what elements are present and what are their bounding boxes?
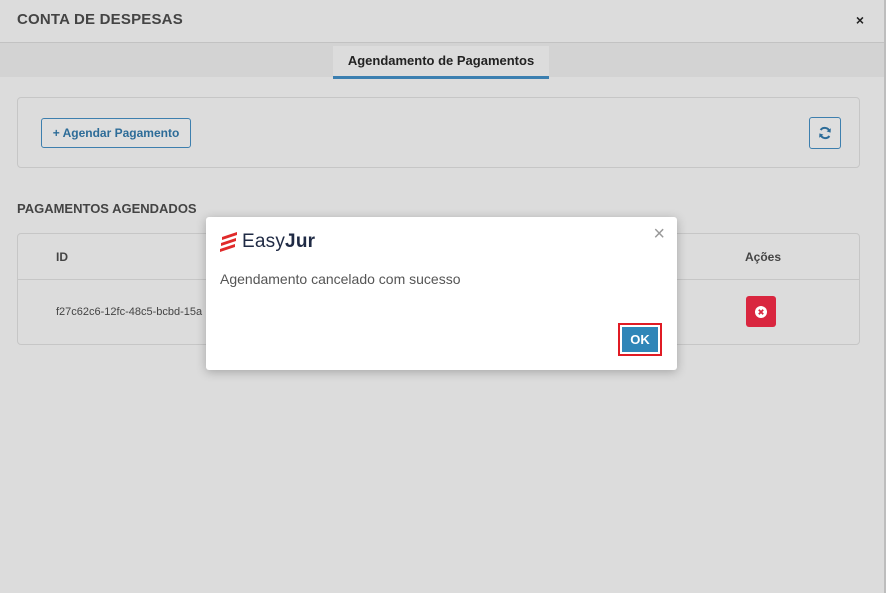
add-schedule-payment-button[interactable]: + Agendar Pagamento <box>41 118 191 148</box>
easyjur-logo-text: EasyJur <box>242 231 315 253</box>
refresh-icon <box>819 126 831 140</box>
success-alert-dialog: EasyJur × Agendamento cancelado com suce… <box>206 217 677 370</box>
modal-close-button[interactable]: × <box>856 12 864 28</box>
dialog-close-button[interactable]: × <box>653 223 665 246</box>
cancel-schedule-button[interactable] <box>746 296 776 327</box>
modal-title: CONTA DE DESPESAS <box>17 11 183 28</box>
easyjur-logo: EasyJur <box>219 231 315 253</box>
toolbar-panel: + Agendar Pagamento <box>17 97 860 168</box>
logo-text-bold: Jur <box>285 231 316 252</box>
tab-agendamento-de-pagamentos[interactable]: Agendamento de Pagamentos <box>333 46 549 79</box>
tab-bar: Agendamento de Pagamentos <box>0 43 884 79</box>
column-header-id: ID <box>56 250 68 264</box>
scheduled-payments-heading: PAGAMENTOS AGENDADOS <box>17 201 197 216</box>
ok-button[interactable]: OK <box>618 323 662 356</box>
column-header-actions: Ações <box>745 250 782 264</box>
dialog-message: Agendamento cancelado com sucesso <box>220 271 461 287</box>
close-circle-icon <box>755 305 767 318</box>
logo-text-light: Easy <box>242 231 286 252</box>
easyjur-logo-mark <box>220 232 237 252</box>
modal-header: CONTA DE DESPESAS × <box>0 0 884 43</box>
table-cell-id: f27c62c6-12fc-48c5-bcbd-15a <box>56 306 203 318</box>
ok-button-label: OK <box>622 327 658 352</box>
refresh-button[interactable] <box>809 117 841 149</box>
